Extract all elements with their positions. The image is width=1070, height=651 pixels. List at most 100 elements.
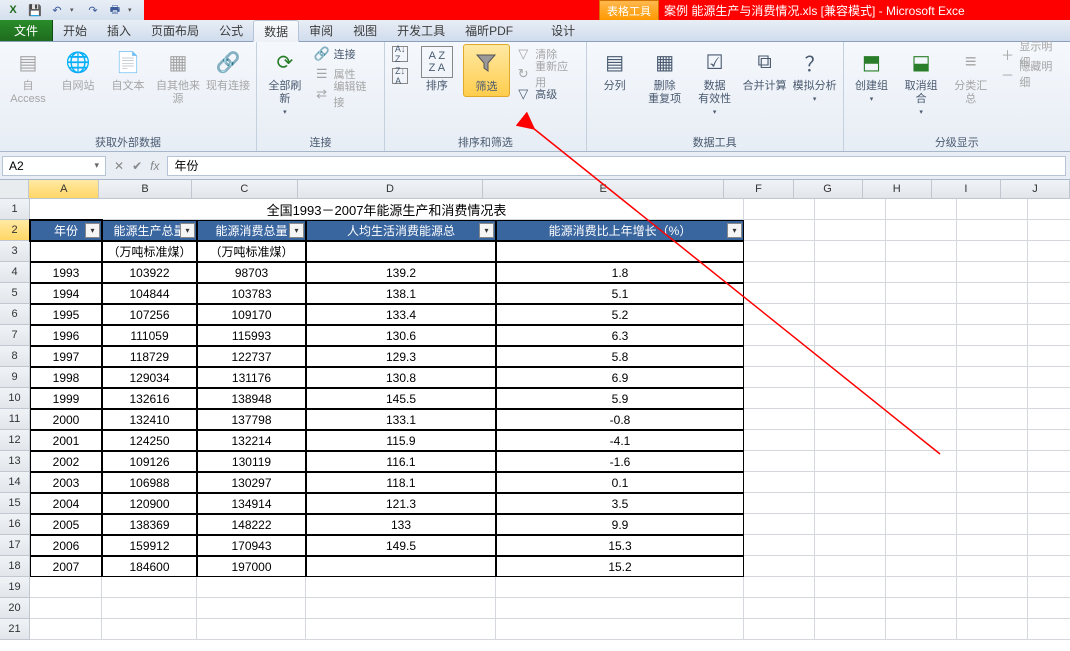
cell[interactable]: 138.1 <box>306 283 496 304</box>
cell[interactable]: 1993 <box>30 262 102 283</box>
cell[interactable] <box>886 451 957 472</box>
cell[interactable]: 138369 <box>102 514 197 535</box>
cell[interactable]: 6.3 <box>496 325 744 346</box>
fx-icon[interactable]: fx <box>150 159 159 173</box>
cell[interactable]: 138948 <box>197 388 306 409</box>
cell[interactable] <box>102 598 197 619</box>
cell[interactable] <box>1028 598 1070 619</box>
cell[interactable] <box>197 598 306 619</box>
select-all-corner[interactable] <box>0 180 29 198</box>
cell[interactable] <box>815 304 886 325</box>
btn-group[interactable]: ⬒创建组▾ <box>848 44 896 105</box>
btn-from-text[interactable]: 📄自文本 <box>104 44 152 95</box>
cell[interactable]: 170943 <box>197 535 306 556</box>
cell[interactable]: 132410 <box>102 409 197 430</box>
cell[interactable]: 118729 <box>102 346 197 367</box>
cell[interactable] <box>1028 430 1070 451</box>
cell[interactable]: 103783 <box>197 283 306 304</box>
row-1[interactable]: 1 <box>0 199 30 220</box>
btn-data-validate[interactable]: ☑数据 有效性▾ <box>691 44 739 118</box>
cell[interactable]: 能源消费比上年增长（%）▾ <box>496 220 744 241</box>
tab-file[interactable]: 文件 <box>0 19 53 41</box>
cell[interactable] <box>815 619 886 640</box>
btn-ungroup[interactable]: ⬓取消组合▾ <box>897 44 945 118</box>
cell[interactable] <box>30 598 102 619</box>
cell[interactable]: 184600 <box>102 556 197 577</box>
cell[interactable] <box>957 514 1028 535</box>
cell[interactable] <box>306 577 496 598</box>
col-D[interactable]: D <box>298 180 483 198</box>
cell[interactable] <box>496 619 744 640</box>
cell[interactable] <box>744 325 815 346</box>
cell[interactable]: 年份▾ <box>30 220 102 241</box>
cell[interactable]: 130119 <box>197 451 306 472</box>
row-14[interactable]: 14 <box>0 472 30 493</box>
tab-view[interactable]: 视图 <box>343 19 387 41</box>
formula-input[interactable]: 年份 <box>167 156 1066 176</box>
btn-connections[interactable]: 🔗连接 <box>311 44 380 64</box>
cell[interactable] <box>744 556 815 577</box>
cell[interactable] <box>1028 472 1070 493</box>
cell[interactable]: 130.8 <box>306 367 496 388</box>
cell[interactable] <box>957 535 1028 556</box>
name-box[interactable]: A2▾ <box>2 156 106 176</box>
cell[interactable] <box>30 577 102 598</box>
cell[interactable]: 人均生活消费能源总▾ <box>306 220 496 241</box>
btn-filter[interactable]: 筛选 <box>463 44 511 97</box>
cell[interactable] <box>957 367 1028 388</box>
cell[interactable]: 0.1 <box>496 472 744 493</box>
filter-dropdown[interactable]: ▾ <box>479 223 494 238</box>
cell[interactable]: 3.5 <box>496 493 744 514</box>
cell[interactable] <box>957 199 1028 220</box>
cell[interactable] <box>744 514 815 535</box>
cell[interactable] <box>744 199 815 220</box>
cell[interactable] <box>815 241 886 262</box>
cell[interactable] <box>1028 199 1070 220</box>
qat-customize-dd[interactable]: ▾ <box>128 6 138 14</box>
btn-from-access[interactable]: ▤自 Access <box>4 44 52 108</box>
cell[interactable] <box>886 430 957 451</box>
cell[interactable]: 133 <box>306 514 496 535</box>
cell[interactable]: 115993 <box>197 325 306 346</box>
cell[interactable] <box>957 241 1028 262</box>
cell[interactable] <box>957 346 1028 367</box>
cell[interactable]: 2004 <box>30 493 102 514</box>
cell[interactable] <box>1028 514 1070 535</box>
btn-from-web[interactable]: 🌐自网站 <box>54 44 102 95</box>
cell[interactable] <box>886 598 957 619</box>
cell[interactable] <box>957 220 1028 241</box>
cell[interactable]: 2007 <box>30 556 102 577</box>
cell[interactable] <box>744 451 815 472</box>
cell[interactable] <box>815 535 886 556</box>
cell[interactable]: 116.1 <box>306 451 496 472</box>
row-6[interactable]: 6 <box>0 304 30 325</box>
row-2[interactable]: 2 <box>0 220 30 241</box>
tab-data[interactable]: 数据 <box>253 20 299 42</box>
cell[interactable] <box>197 577 306 598</box>
cell[interactable]: 能源消费总量▾ <box>197 220 306 241</box>
cell[interactable]: 2000 <box>30 409 102 430</box>
cell[interactable] <box>957 619 1028 640</box>
cell[interactable]: 197000 <box>197 556 306 577</box>
cell[interactable] <box>1028 325 1070 346</box>
cell[interactable] <box>1028 556 1070 577</box>
row-19[interactable]: 19 <box>0 577 30 598</box>
cell[interactable] <box>1028 283 1070 304</box>
cell[interactable] <box>744 283 815 304</box>
cell[interactable]: （万吨标准煤） <box>197 241 306 262</box>
cell[interactable] <box>957 388 1028 409</box>
cell[interactable] <box>744 367 815 388</box>
cell[interactable] <box>102 619 197 640</box>
row-13[interactable]: 13 <box>0 451 30 472</box>
cell[interactable]: 2005 <box>30 514 102 535</box>
btn-remove-dup[interactable]: ▦删除 重复项 <box>641 44 689 108</box>
col-B[interactable]: B <box>99 180 192 198</box>
tab-design[interactable]: 设计 <box>541 19 585 41</box>
tab-foxit[interactable]: 福昕PDF <box>455 19 523 41</box>
cell[interactable] <box>886 199 957 220</box>
qat-print-icon[interactable]: 🖶 <box>106 2 124 18</box>
btn-subtotal[interactable]: ≡分类汇总 <box>947 44 995 108</box>
cell[interactable] <box>886 535 957 556</box>
cell[interactable]: 133.4 <box>306 304 496 325</box>
cell[interactable]: 15.2 <box>496 556 744 577</box>
